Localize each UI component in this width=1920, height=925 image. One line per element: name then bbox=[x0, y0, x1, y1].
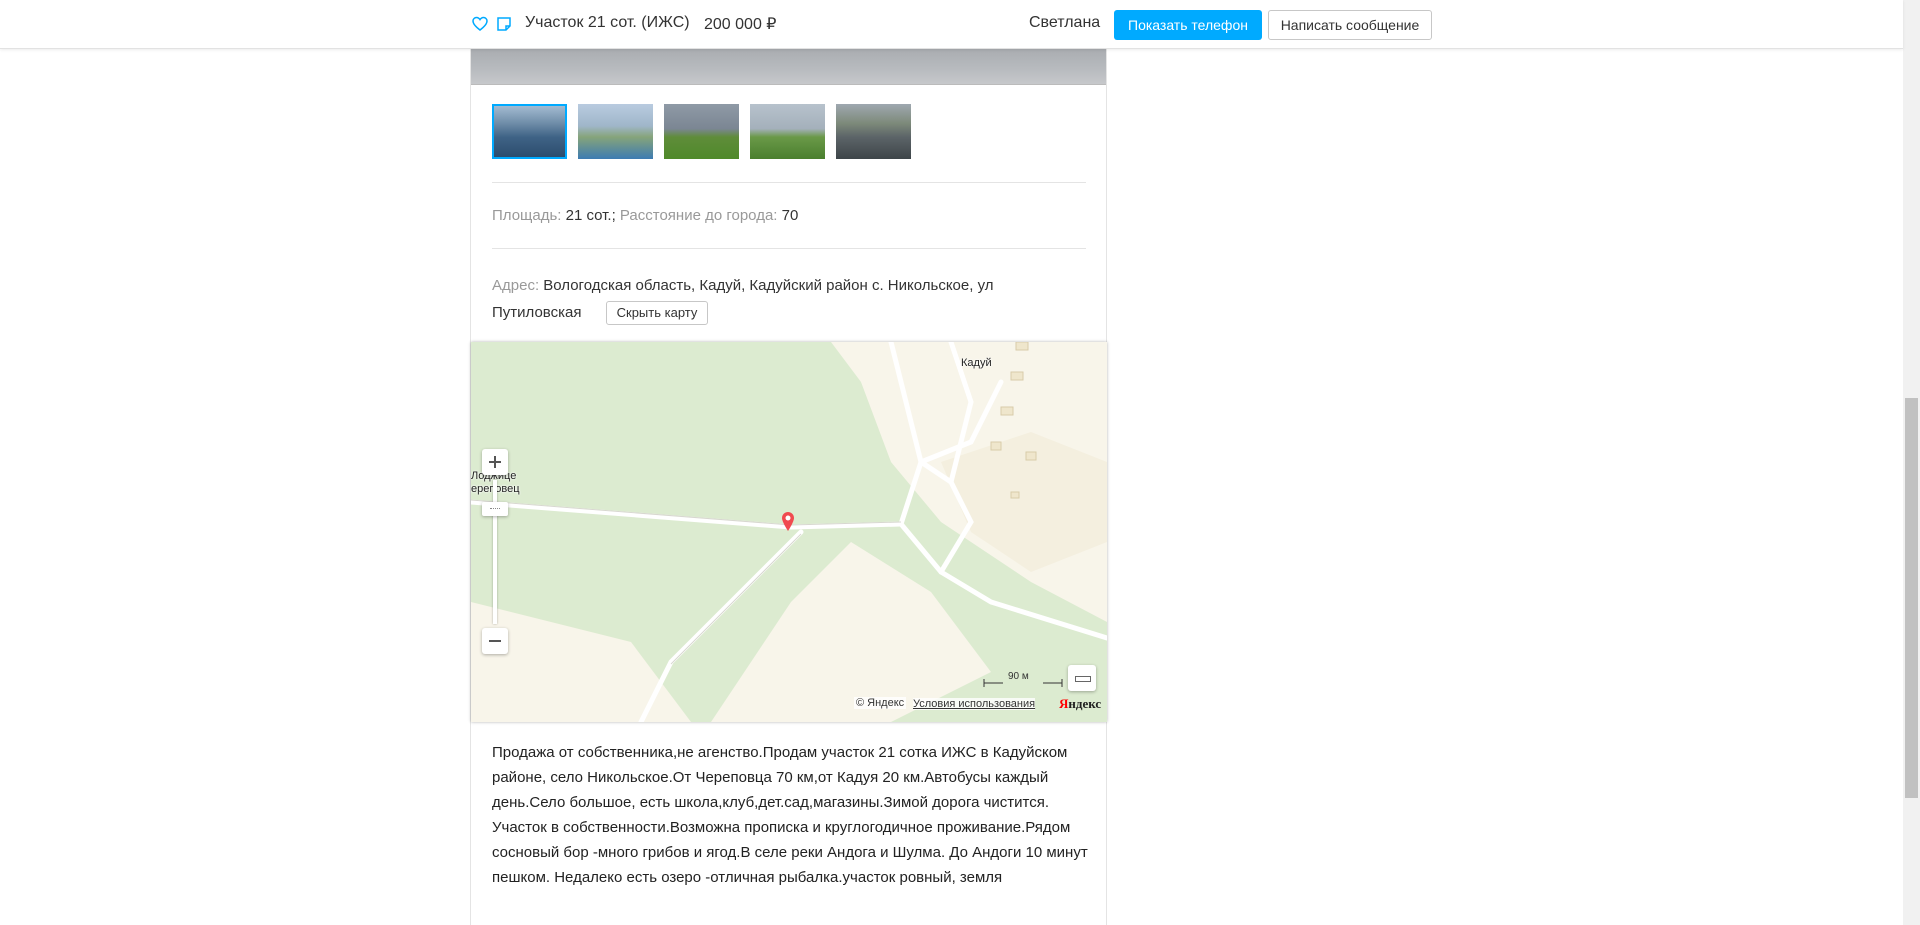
ad-description: Продажа от собственника,не агенство.Прод… bbox=[492, 744, 1088, 886]
divider bbox=[492, 248, 1086, 249]
distance-label: Расстояние до города: bbox=[619, 207, 778, 224]
scale-label: 90 м bbox=[1008, 671, 1029, 682]
terms-of-use-link[interactable]: Условия использования bbox=[913, 698, 1036, 710]
note-icon[interactable] bbox=[496, 16, 512, 32]
ad-title: Участок 21 сот. (ИЖС) bbox=[525, 14, 690, 31]
ad-price: 200 000 ₽ bbox=[704, 16, 777, 33]
address-label: Адрес: bbox=[492, 277, 540, 294]
address-value: Вологодская область, Кадуй, Кадуйский ра… bbox=[492, 277, 994, 321]
show-phone-button[interactable]: Показать телефон bbox=[1114, 10, 1262, 40]
distance-value: 70 bbox=[781, 207, 799, 224]
sticky-header: Участок 21 сот. (ИЖС) 200 000 ₽ Светлана… bbox=[0, 0, 1903, 49]
ruler-button[interactable] bbox=[1068, 665, 1096, 691]
yandex-logo[interactable]: Яндекс bbox=[1059, 696, 1101, 712]
thumbnail-3[interactable] bbox=[664, 104, 739, 159]
address-block: Адрес: Вологодская область, Кадуй, Кадуй… bbox=[492, 272, 1086, 326]
scrollbar-thumb[interactable] bbox=[1905, 398, 1918, 798]
ad-card: Площадь: 21 сот.; Расстояние до города: … bbox=[470, 48, 1107, 925]
zoom-out-button[interactable] bbox=[482, 628, 508, 654]
yandex-logo-rest: ндекс bbox=[1068, 696, 1102, 711]
map-copyright: © Яндекс bbox=[854, 697, 907, 709]
thumbnail-4[interactable] bbox=[750, 104, 825, 159]
yandex-logo-letter: Я bbox=[1059, 696, 1069, 711]
thumbnail-5[interactable] bbox=[836, 104, 911, 159]
divider bbox=[492, 182, 1086, 183]
map-terrain bbox=[471, 342, 1107, 722]
thumbnail-1[interactable] bbox=[492, 104, 567, 159]
seller-name[interactable]: Светлана bbox=[1029, 14, 1100, 32]
params-separator: ; bbox=[611, 207, 616, 224]
area-label: Площадь: bbox=[492, 207, 562, 224]
thumbnail-2[interactable] bbox=[578, 104, 653, 159]
zoom-slider-handle[interactable] bbox=[482, 502, 508, 516]
location-pin-icon[interactable] bbox=[781, 511, 795, 531]
heart-icon[interactable] bbox=[472, 16, 488, 32]
ad-params: Площадь: 21 сот.; Расстояние до города: … bbox=[492, 207, 798, 224]
hide-map-button[interactable]: Скрыть карту bbox=[605, 301, 709, 326]
zoom-in-button[interactable] bbox=[482, 449, 508, 475]
map[interactable]: Кадуй Лоджицеереповец 90 м © Яндекс Усло… bbox=[471, 342, 1107, 722]
page-scrollbar[interactable] bbox=[1903, 0, 1920, 925]
main-photo[interactable] bbox=[471, 48, 1106, 85]
map-label-kaduy: Кадуй bbox=[961, 357, 992, 369]
write-message-button[interactable]: Написать сообщение bbox=[1268, 10, 1432, 40]
area-value: 21 сот. bbox=[565, 207, 612, 224]
